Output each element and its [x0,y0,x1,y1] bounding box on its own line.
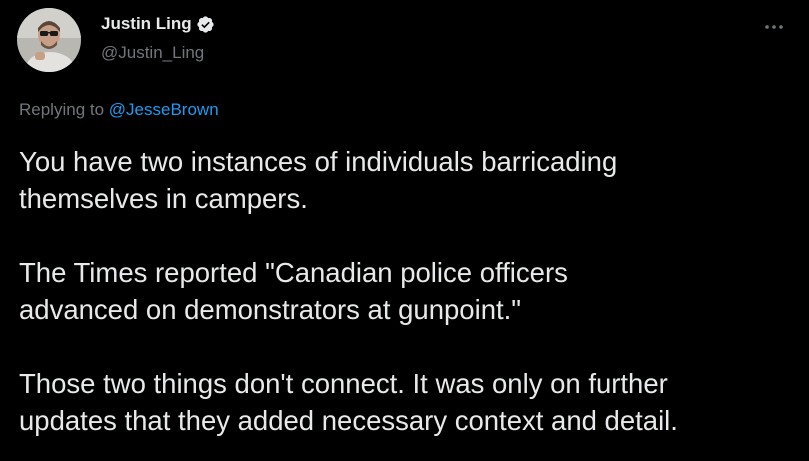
avatar-image [17,8,81,72]
reply-mention-link[interactable]: @JesseBrown [109,100,219,119]
author-display-name[interactable]: Justin Ling [101,14,192,34]
verified-badge-icon [196,15,215,34]
replying-to-label: Replying to [19,100,105,119]
tweet-paragraph: You have two instances of individuals ba… [19,146,618,214]
more-options-button[interactable] [759,16,789,36]
avatar[interactable] [17,8,81,72]
tweet-card: Justin Ling @Justin_Ling Replying to @Je… [0,0,809,461]
author-handle[interactable]: @Justin_Ling [101,43,204,63]
more-dots-icon [764,17,784,35]
replying-to: Replying to @JesseBrown [19,100,219,120]
tweet-paragraph: Those two things don't connect. It was o… [19,368,678,436]
tweet-text: You have two instances of individuals ba… [19,143,799,439]
tweet-paragraph: The Times reported "Canadian police offi… [19,257,568,325]
author-name-row: Justin Ling [101,14,215,34]
